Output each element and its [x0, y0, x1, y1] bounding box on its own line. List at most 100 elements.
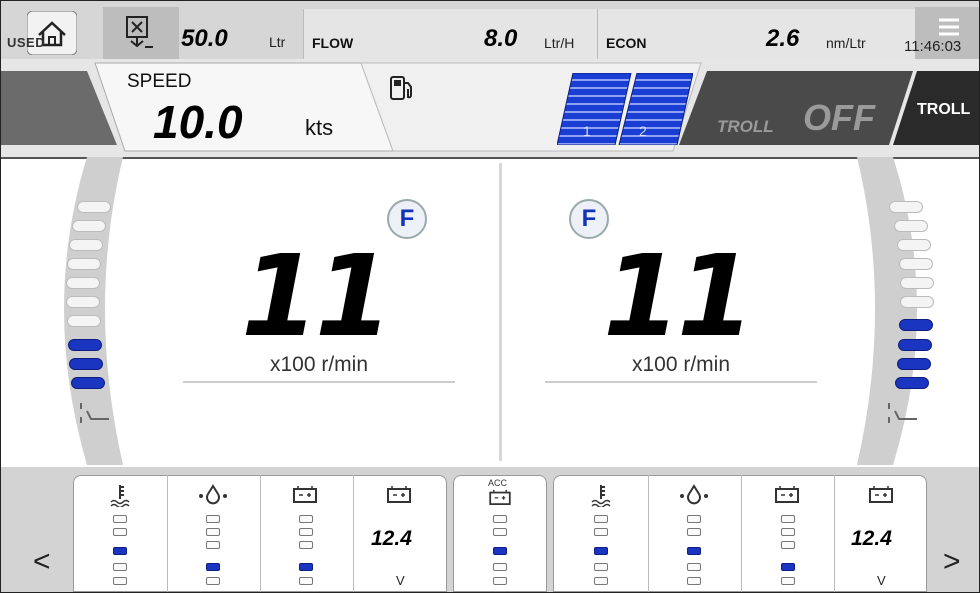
- trim-seg-l-5: [66, 277, 100, 289]
- trim-seg-l-1: [77, 201, 111, 213]
- level-seg: [206, 528, 220, 536]
- gear-indicator-port: F: [387, 199, 427, 239]
- trim-seg-l-7: [67, 315, 101, 327]
- level-seg: [113, 515, 127, 523]
- level-seg: [206, 515, 220, 523]
- level-seg: [493, 528, 507, 536]
- level-seg: [594, 547, 608, 555]
- level-seg: [687, 528, 701, 536]
- level-seg: [781, 515, 795, 523]
- flow-label: FLOW: [312, 35, 354, 51]
- level-seg: [206, 563, 220, 571]
- trim-icon: [80, 403, 109, 423]
- trim-seg-r-4: [899, 258, 933, 270]
- flow-cell: FLOW 8.0 Ltr/H: [303, 9, 598, 59]
- level-seg: [594, 577, 608, 585]
- level-seg: [594, 515, 608, 523]
- trim-seg-l-2: [72, 220, 106, 232]
- level-seg: [493, 515, 507, 523]
- level-seg: [781, 528, 795, 536]
- menu-button[interactable]: 11:46:03: [904, 7, 979, 59]
- troll-button[interactable]: TROLL: [917, 101, 970, 119]
- engine-divider: [499, 163, 502, 461]
- rpm-value-starboard: 11: [603, 232, 755, 362]
- flow-unit: Ltr/H: [544, 35, 575, 51]
- battery-icon: [775, 486, 799, 503]
- gauge-separator: [167, 475, 168, 592]
- level-seg: [206, 541, 220, 549]
- level-seg: [299, 528, 313, 536]
- menu-icon: [939, 18, 959, 36]
- level-seg: [594, 528, 608, 536]
- fuel-pump-icon: [390, 76, 412, 100]
- level-seg: [493, 577, 507, 585]
- coolant-temp-icon: [591, 485, 611, 507]
- oil-pressure-icon: [680, 484, 708, 505]
- speed-value: 10.0: [153, 96, 243, 148]
- battery-voltage-port: 12.4: [371, 527, 412, 550]
- acc-label: ACC: [488, 478, 508, 488]
- level-seg: [299, 563, 313, 571]
- trim-seg-r-7: [899, 319, 933, 331]
- level-seg: [687, 577, 701, 585]
- trim-arcs: [64, 157, 917, 465]
- engine-display: USED 50.0 Ltr FLOW 8.0 Ltr/H ECON 2.6 nm…: [0, 0, 980, 593]
- battery-voltage-starboard: 12.4: [851, 527, 892, 550]
- rpm-unit-starboard: x100 r/min: [631, 353, 731, 376]
- level-seg: [206, 577, 220, 585]
- prev-page-button[interactable]: <: [33, 545, 51, 579]
- level-seg: [493, 547, 507, 555]
- fuel-used-value: 50.0: [181, 25, 228, 52]
- top-bar: USED 50.0 Ltr FLOW 8.0 Ltr/H ECON 2.6 nm…: [1, 1, 979, 60]
- next-page-button[interactable]: >: [943, 545, 961, 579]
- level-seg: [493, 563, 507, 571]
- trim-seg-l-4: [67, 258, 101, 270]
- trim-seg-r-9: [897, 358, 931, 370]
- level-seg: [687, 563, 701, 571]
- trim-seg-l-9: [69, 358, 103, 370]
- trim-seg-r-5: [900, 277, 934, 289]
- rpm-underline-port: [183, 381, 455, 383]
- level-seg: [781, 577, 795, 585]
- gauge-separator: [353, 475, 354, 592]
- battery-icon: [387, 486, 411, 503]
- econ-label: ECON: [606, 35, 647, 51]
- battery-icon: [293, 486, 317, 503]
- home-button[interactable]: [5, 7, 93, 59]
- fuel-tank-shapes: [557, 73, 693, 145]
- level-seg: [113, 547, 127, 555]
- level-seg: [781, 563, 795, 571]
- rpm-unit-port: x100 r/min: [269, 353, 369, 376]
- volt-unit-starboard: V: [877, 573, 886, 588]
- level-seg: [781, 541, 795, 549]
- fuel-reset-button[interactable]: [103, 7, 179, 59]
- rpm-value-port: 11: [241, 232, 393, 362]
- coolant-temp-icon: [110, 485, 130, 507]
- trim-seg-r-8: [898, 339, 932, 351]
- fuel-tank-gauges: 1 2: [557, 73, 693, 145]
- level-seg: [113, 577, 127, 585]
- level-seg: [687, 547, 701, 555]
- level-seg: [299, 541, 313, 549]
- fuel-used-unit: Ltr: [269, 34, 286, 50]
- volt-unit-port: V: [396, 573, 405, 588]
- speed-label: SPEED: [127, 71, 192, 92]
- gauge-separator: [834, 475, 835, 592]
- trim-seg-l-3: [69, 239, 103, 251]
- acc-battery-icon: [489, 489, 511, 505]
- tank-label-2: 2: [639, 123, 647, 139]
- gauge-separator: [648, 475, 649, 592]
- flow-value: 8.0: [484, 25, 518, 52]
- econ-unit: nm/Ltr: [826, 35, 866, 51]
- fuel-reset-icon: [126, 16, 153, 48]
- level-seg: [299, 577, 313, 585]
- fuel-used-label: USED: [7, 35, 46, 50]
- speed-unit: kts: [305, 115, 334, 140]
- tank-label-1: 1: [583, 123, 591, 139]
- econ-value: 2.6: [766, 25, 800, 52]
- troll-status: OFF: [803, 97, 875, 138]
- trim-seg-l-10: [71, 377, 105, 389]
- gauge-separator: [741, 475, 742, 592]
- level-seg: [113, 563, 127, 571]
- speed-bar: SPEED 10.0 kts 1 2 TROLL OFF TROLL: [1, 59, 979, 159]
